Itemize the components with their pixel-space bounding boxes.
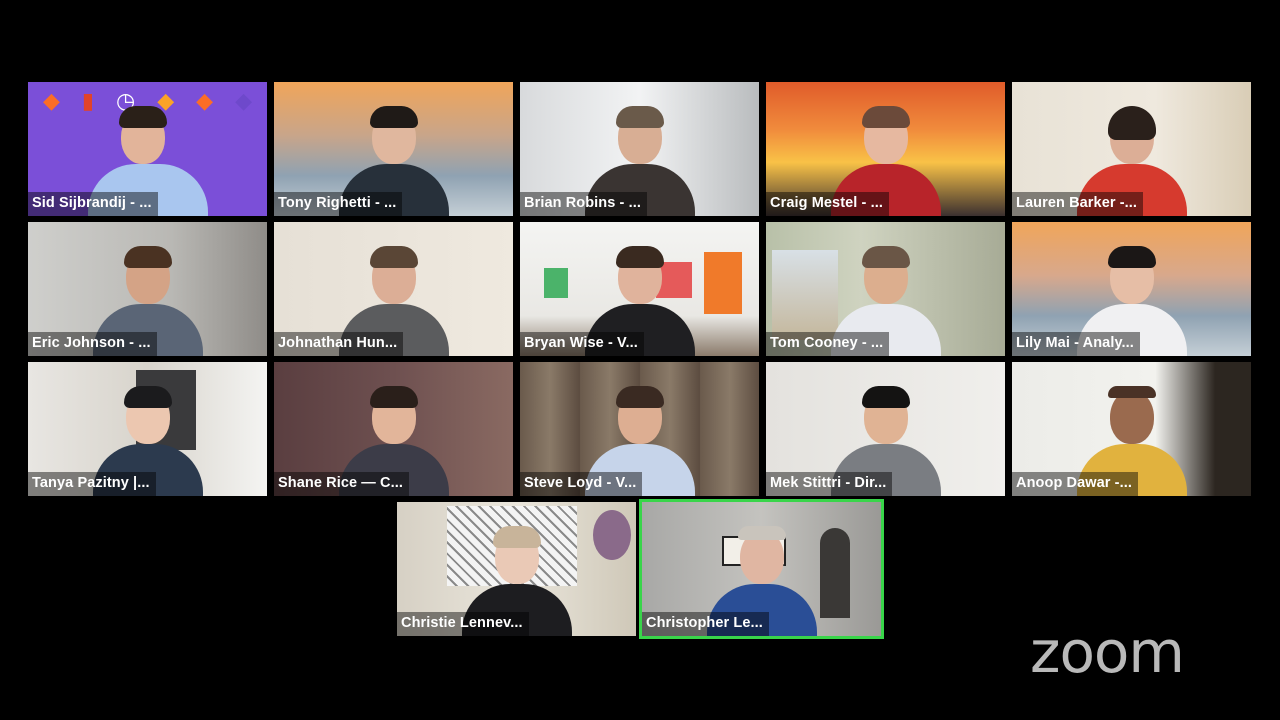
doorway — [820, 528, 850, 618]
participant-name-label: Bryan Wise - V... — [520, 332, 644, 356]
participant-name-label: Steve Loyd - V... — [520, 472, 643, 496]
zoom-logo: zoom — [1030, 618, 1185, 686]
participant-tile-7[interactable]: Johnathan Hun... — [274, 222, 513, 356]
participant-tile-4[interactable]: Craig Mestel - ... — [766, 82, 1005, 216]
wall-art — [772, 250, 838, 340]
participant-name-label: Lily Mai - Analy... — [1012, 332, 1140, 356]
wall-art — [704, 252, 742, 314]
participant-name-label: Anoop Dawar -... — [1012, 472, 1138, 496]
participant-name-label: Eric Johnson - ... — [28, 332, 157, 356]
participant-tile-12[interactable]: Shane Rice — C... — [274, 362, 513, 496]
participant-name-label: Christie Lennev... — [397, 612, 529, 636]
participant-tile-2[interactable]: Tony Righetti - ... — [274, 82, 513, 216]
participant-tile-10[interactable]: Lily Mai - Analy... — [1012, 222, 1251, 356]
participant-name-label: Brian Robins - ... — [520, 192, 647, 216]
tanuki-logo-icon: ◆ — [235, 88, 252, 113]
wall-art — [544, 268, 568, 298]
participant-tile-16[interactable]: Christie Lennev... — [397, 502, 636, 636]
participant-name-label: Sid Sijbrandij - ... — [28, 192, 158, 216]
participant-tile-9[interactable]: Tom Cooney - ... — [766, 222, 1005, 356]
participant-tile-6[interactable]: Eric Johnson - ... — [28, 222, 267, 356]
participant-tile-14[interactable]: Mek Stittri - Dir... — [766, 362, 1005, 496]
participant-name-label: Shane Rice — C... — [274, 472, 409, 496]
plant — [593, 510, 631, 560]
participant-name-label: Johnathan Hun... — [274, 332, 404, 356]
participant-name-label: Mek Stittri - Dir... — [766, 472, 893, 496]
participant-tile-8[interactable]: Bryan Wise - V... — [520, 222, 759, 356]
participant-name-label: Craig Mestel - ... — [766, 192, 889, 216]
participant-name-label: Lauren Barker -... — [1012, 192, 1144, 216]
participant-name-label: Tony Righetti - ... — [274, 192, 403, 216]
zoom-gallery-view: ◆ ▮ ◷ ◆ ◆ ◆ Sid Sijbrandij - ... Tony Ri… — [0, 0, 1280, 720]
participant-tile-13[interactable]: Steve Loyd - V... — [520, 362, 759, 496]
participant-tile-5[interactable]: Lauren Barker -... — [1012, 82, 1251, 216]
participant-tile-1[interactable]: ◆ ▮ ◷ ◆ ◆ ◆ Sid Sijbrandij - ... — [28, 82, 267, 216]
participant-name-label: Christopher Le... — [642, 612, 769, 636]
tanuki-logo-icon: ◆ — [43, 88, 60, 113]
participant-tile-3[interactable]: Brian Robins - ... — [520, 82, 759, 216]
participant-name-label: Tanya Pazitny |... — [28, 472, 156, 496]
participant-tile-17-active-speaker[interactable]: Christopher Le... — [639, 499, 884, 639]
participant-tile-15[interactable]: Anoop Dawar -... — [1012, 362, 1251, 496]
participant-tile-11[interactable]: Tanya Pazitny |... — [28, 362, 267, 496]
participant-name-label: Tom Cooney - ... — [766, 332, 890, 356]
